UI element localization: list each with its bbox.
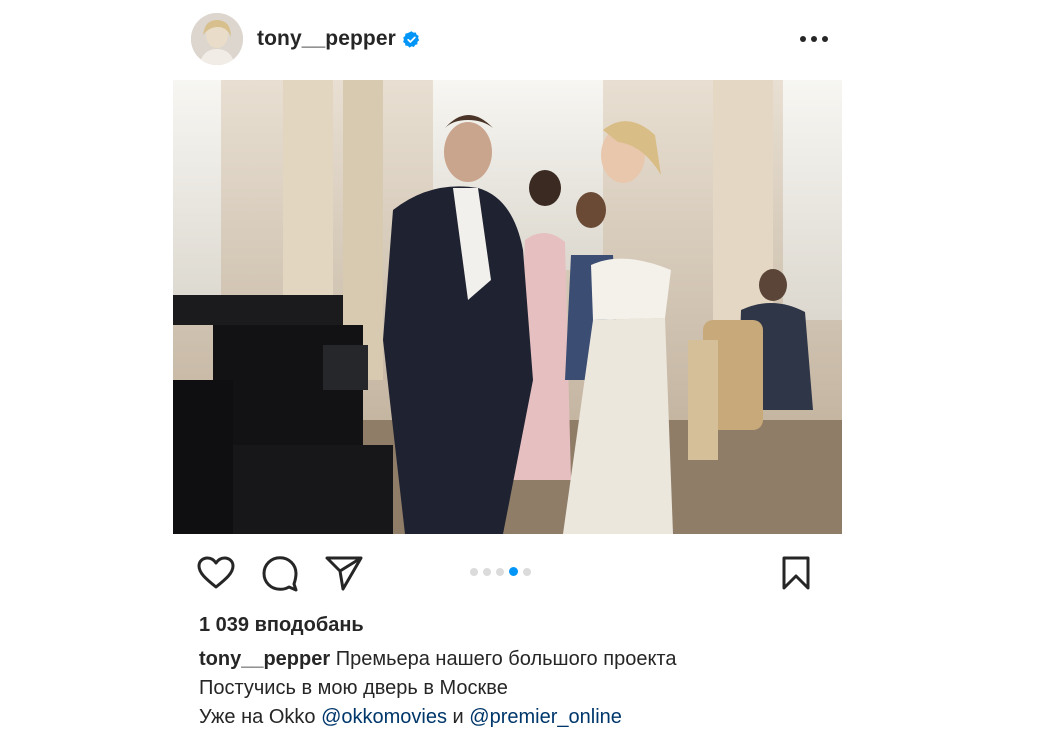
caption-text-3: Уже на Okko: [199, 706, 316, 728]
post-caption: tony__pepper Премьера нашего большого пр…: [199, 645, 676, 732]
heart-outline-icon: [197, 556, 235, 589]
like-button[interactable]: [195, 552, 237, 594]
verified-badge-icon: [402, 30, 421, 49]
save-button[interactable]: [775, 552, 817, 594]
post-image: [173, 80, 842, 534]
post-username[interactable]: tony__pepper: [257, 27, 396, 51]
mention-link-premier[interactable]: @premier_online: [469, 706, 622, 728]
carousel-dot: [470, 567, 478, 576]
post-header: tony__pepper: [191, 13, 831, 65]
carousel-dot: [496, 567, 504, 576]
likes-count[interactable]: 1 039 вподобань: [199, 614, 364, 637]
caption-conjunction: и: [452, 706, 464, 728]
more-horizontal-icon: [800, 36, 828, 42]
post-actions: [195, 552, 815, 594]
carousel-dot: [523, 567, 531, 576]
more-options-button[interactable]: [797, 24, 831, 54]
carousel-indicator: [470, 567, 531, 576]
caption-text-1: Премьера нашего большого проекта: [335, 648, 677, 670]
share-button[interactable]: [323, 552, 365, 594]
comment-icon: [262, 556, 298, 592]
carousel-dot: [483, 567, 491, 576]
caption-line-3: Уже на Okko @okkomovies и @premier_onlin…: [199, 703, 676, 732]
caption-line-1: tony__pepper Премьера нашего большого пр…: [199, 645, 676, 674]
avatar[interactable]: [191, 13, 243, 65]
paper-plane-icon: [325, 556, 363, 591]
avatar-image: [191, 13, 243, 65]
caption-username[interactable]: tony__pepper: [199, 648, 330, 670]
bookmark-icon: [782, 556, 810, 590]
post-photo[interactable]: [173, 80, 842, 534]
carousel-dot-active: [509, 567, 518, 576]
comment-button[interactable]: [259, 552, 301, 594]
mention-link-okkomovies[interactable]: @okkomovies: [321, 706, 447, 728]
caption-text-2: Постучись в мою дверь в Москве: [199, 677, 508, 699]
